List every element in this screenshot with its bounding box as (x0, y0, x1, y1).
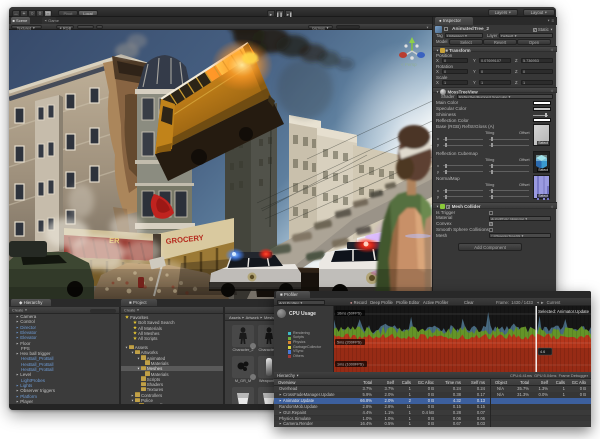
svg-text:1ms (1000FPS): 1ms (1000FPS) (337, 363, 364, 367)
svg-text:16ms (60FPS): 16ms (60FPS) (337, 312, 362, 316)
svg-text:Selected: Animator.Update: Selected: Animator.Update (538, 309, 589, 314)
svg-text:5ms (200FPS): 5ms (200FPS) (337, 341, 362, 345)
svg-text:4.6: 4.6 (540, 350, 545, 354)
svg-text:< Persp: < Persp (401, 62, 417, 67)
